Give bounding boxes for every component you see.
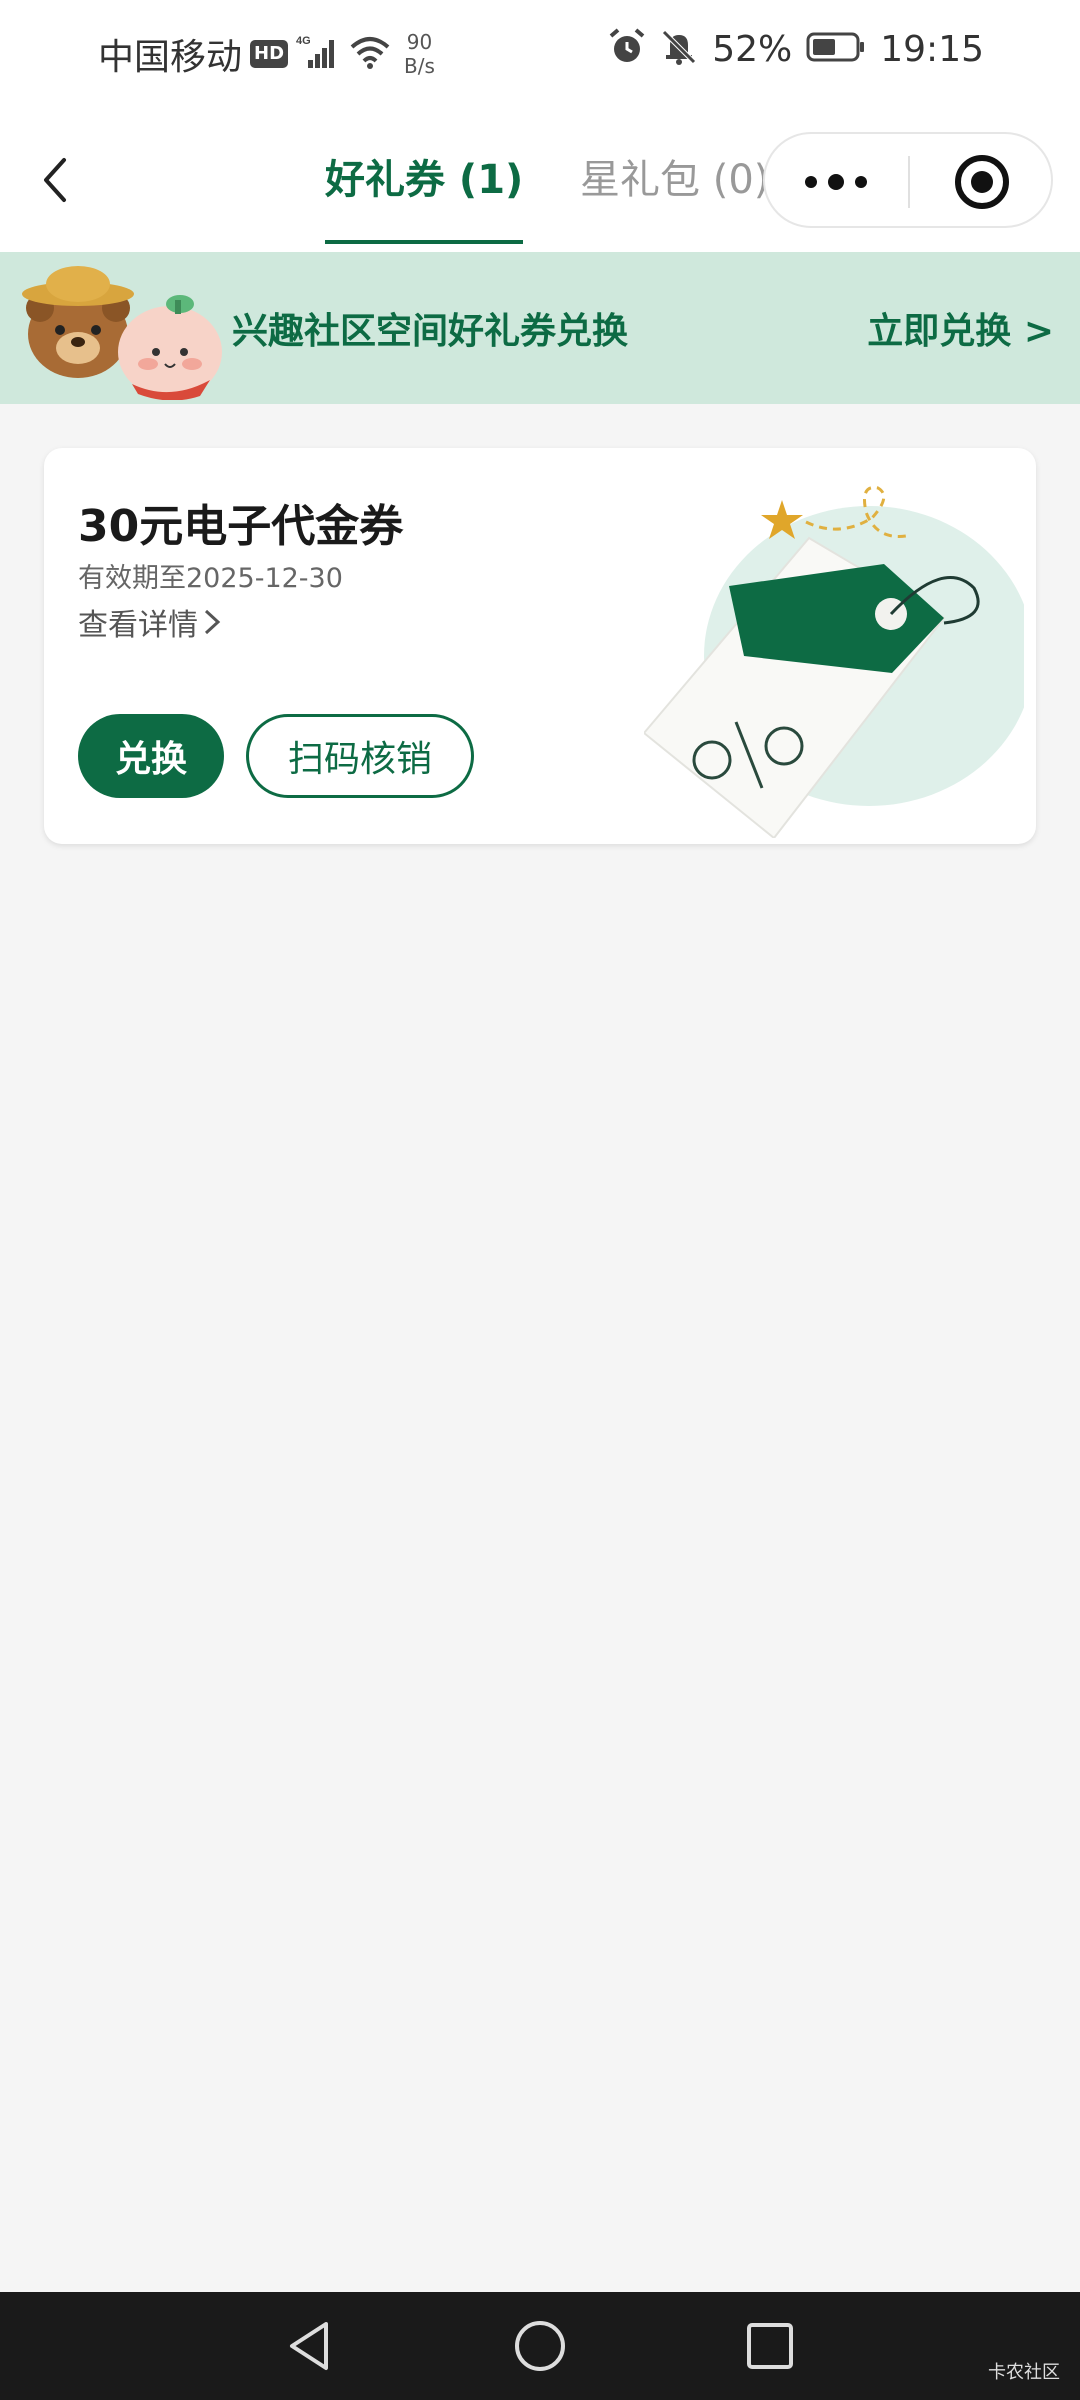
banner-redeem-link[interactable]: 立即兑换 > bbox=[867, 302, 1054, 354]
close-miniprogram-button[interactable] bbox=[910, 134, 1053, 230]
signal-icon: 4G bbox=[296, 34, 340, 74]
system-recents-icon bbox=[747, 2323, 793, 2369]
coupon-title: 30元电子代金券 bbox=[78, 501, 404, 552]
back-button[interactable] bbox=[30, 150, 90, 210]
watermark: 卡农社区 bbox=[988, 2362, 1060, 2383]
status-bar: 中国移动 HD 4G 90 B/s 52% 19:15 bbox=[0, 0, 1080, 110]
close-target-icon bbox=[955, 155, 1009, 209]
coupon-expiry: 有效期至2025-12-30 bbox=[78, 563, 343, 594]
system-home-button[interactable] bbox=[510, 2316, 570, 2376]
more-icon bbox=[805, 174, 867, 190]
promo-banner[interactable]: 兴趣社区空间好礼券兑换 立即兑换 > bbox=[0, 252, 1080, 404]
back-icon bbox=[44, 158, 66, 202]
tab-active-indicator bbox=[325, 240, 524, 244]
tab-coupons-label: 好礼券 (1) bbox=[325, 157, 524, 203]
net-speed-value: 90 bbox=[406, 30, 433, 54]
hd-badge: HD bbox=[250, 40, 289, 68]
system-nav-bar: 卡农社区 bbox=[0, 2292, 1080, 2400]
tab-coupons[interactable]: 好礼券 (1) bbox=[325, 154, 524, 244]
more-button[interactable] bbox=[765, 134, 908, 230]
status-right: 52% 19:15 bbox=[594, 28, 984, 70]
clock: 19:15 bbox=[880, 28, 984, 70]
net-speed-unit: B/s bbox=[404, 54, 435, 78]
nav-bar: 好礼券 (1) 星礼包 (0) bbox=[0, 110, 1080, 252]
status-left: 中国移动 HD 4G 90 B/s bbox=[98, 28, 435, 80]
battery-icon bbox=[806, 32, 866, 66]
coupon-card[interactable]: 30元电子代金券 有效期至2025-12-30 查看详情 兑换 扫码核销 bbox=[44, 448, 1036, 844]
banner-title: 兴趣社区空间好礼券兑换 bbox=[232, 311, 629, 352]
tab-gift-packs[interactable]: 星礼包 (0) bbox=[580, 154, 769, 206]
coupon-tag-illustration bbox=[644, 486, 1024, 838]
network-type-label: 4G bbox=[296, 35, 311, 47]
redeem-button[interactable]: 兑换 bbox=[78, 714, 224, 798]
scan-verify-button[interactable]: 扫码核销 bbox=[246, 714, 474, 798]
net-speed: 90 B/s bbox=[404, 30, 435, 78]
coupon-details-link[interactable]: 查看详情 bbox=[78, 600, 226, 644]
system-back-button[interactable] bbox=[280, 2316, 340, 2376]
alarm-icon bbox=[608, 28, 646, 70]
battery-percent: 52% bbox=[712, 28, 793, 70]
miniprogram-capsule bbox=[763, 132, 1053, 228]
coupon-details-label: 查看详情 bbox=[78, 608, 198, 643]
carrier-label: 中国移动 bbox=[98, 37, 243, 78]
tab-gift-packs-label: 星礼包 (0) bbox=[580, 157, 770, 203]
system-recents-button[interactable] bbox=[740, 2316, 800, 2376]
chevron-right-icon bbox=[204, 609, 221, 635]
mute-icon bbox=[660, 28, 698, 70]
system-home-icon bbox=[515, 2321, 565, 2371]
wifi-icon bbox=[350, 35, 390, 73]
mascots-illustration bbox=[22, 266, 222, 400]
system-back-icon bbox=[290, 2322, 328, 2370]
